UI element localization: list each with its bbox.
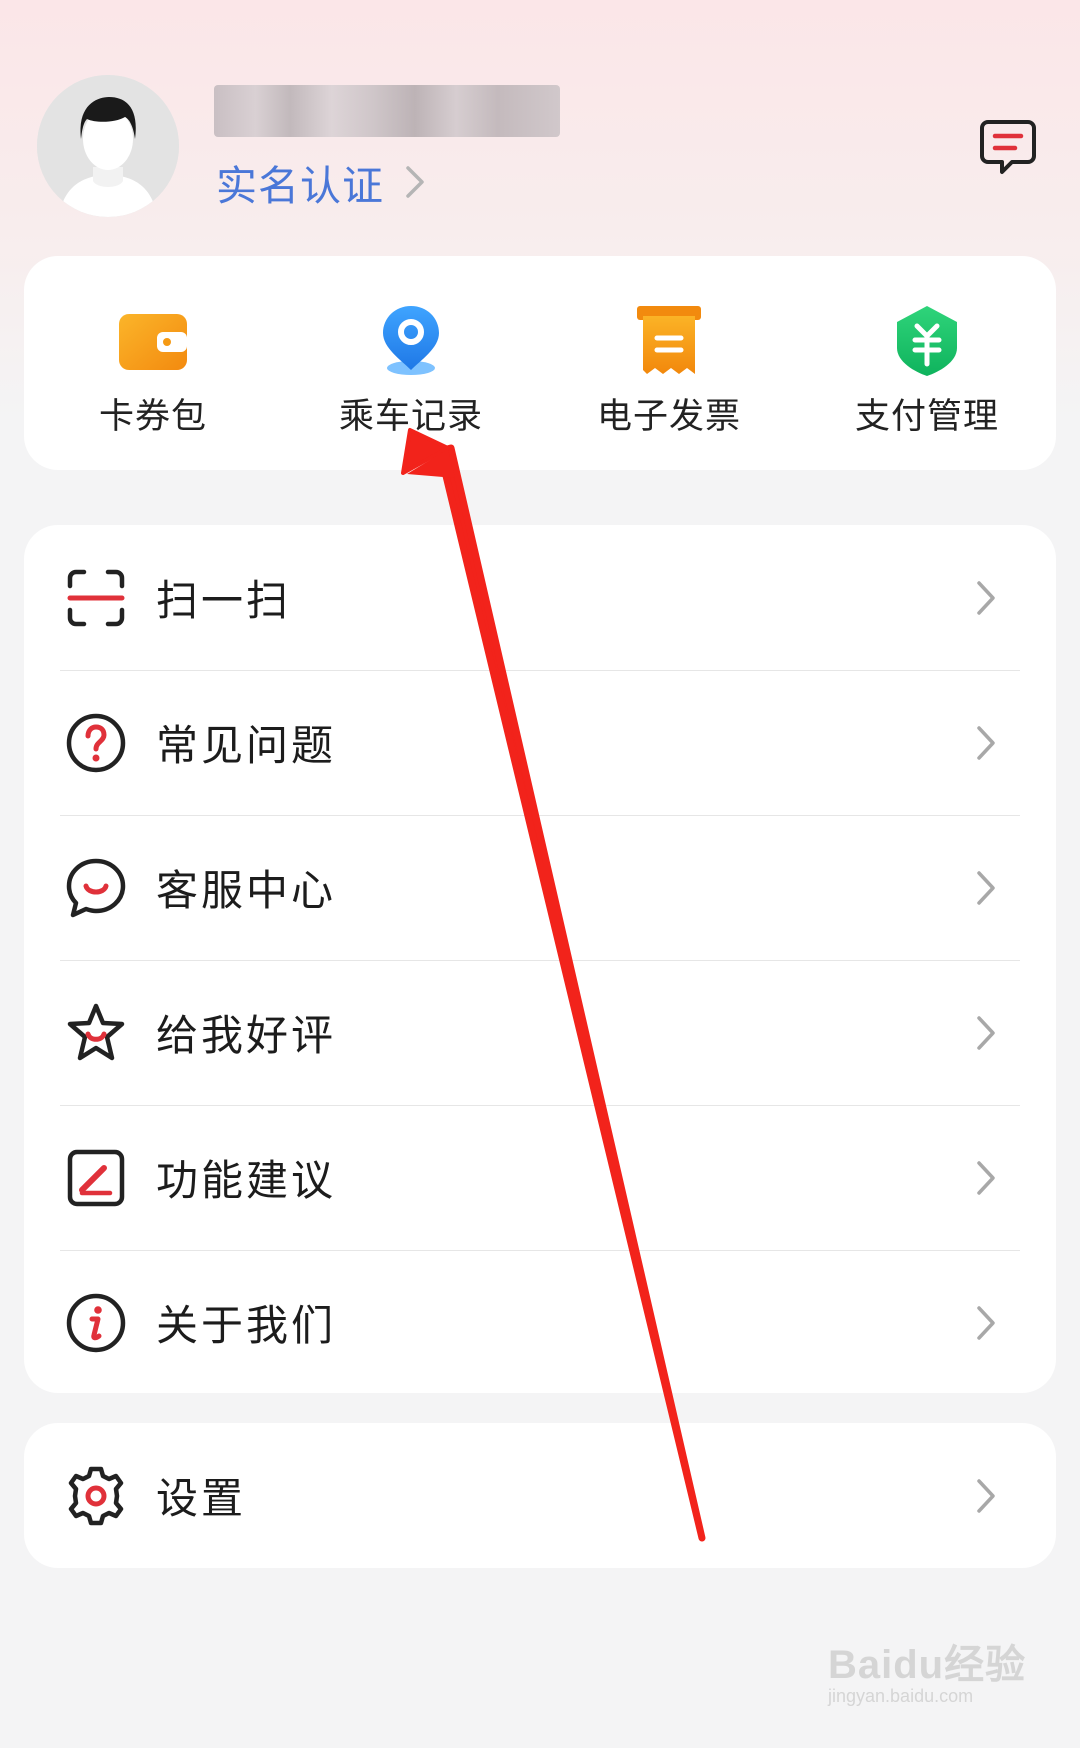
quick-label-wallet: 卡券包 bbox=[98, 397, 207, 437]
info-icon bbox=[66, 1293, 126, 1352]
quick-item-ride-records[interactable]: 乘车记录 bbox=[282, 256, 540, 470]
menu-label-rate-us: 给我好评 bbox=[156, 1011, 337, 1060]
quick-actions-card: 卡券包 乘车记录 电子发票 支付管理 bbox=[24, 256, 1056, 470]
chevron-right-icon bbox=[977, 871, 995, 905]
quick-label-ride-records: 乘车记录 bbox=[338, 397, 483, 437]
menu-label-feedback: 功能建议 bbox=[156, 1156, 337, 1205]
chevron-right-icon bbox=[977, 1306, 995, 1340]
chevron-right-icon bbox=[977, 581, 995, 615]
verify-label: 实名认证 bbox=[216, 162, 384, 210]
chevron-right-icon bbox=[977, 1161, 995, 1195]
watermark: Baidu经验 jingyan.baidu.com bbox=[828, 1632, 1028, 1707]
gear-icon bbox=[68, 1466, 124, 1525]
chevron-right-icon bbox=[406, 166, 424, 198]
quick-label-payment-management: 支付管理 bbox=[854, 397, 999, 437]
star-icon bbox=[67, 1003, 125, 1060]
quick-item-payment-management[interactable]: 支付管理 bbox=[798, 256, 1056, 470]
menu-label-scan: 扫一扫 bbox=[156, 576, 292, 625]
menu-row-scan[interactable]: 扫一扫 bbox=[24, 525, 1056, 670]
menu-label-faq: 常见问题 bbox=[156, 721, 337, 770]
chevron-right-icon bbox=[977, 1016, 995, 1050]
menu-row-settings[interactable]: 设置 bbox=[24, 1423, 1056, 1568]
menu-row-customer-service[interactable]: 客服中心 bbox=[24, 815, 1056, 960]
menu-row-about-us[interactable]: 关于我们 bbox=[24, 1250, 1056, 1393]
menu-list-card: 扫一扫 常见问题 客服中心 给我好评 功能建议 关于我们 bbox=[24, 525, 1056, 1393]
location-pin-icon bbox=[383, 306, 439, 375]
wallet-icon bbox=[119, 314, 187, 370]
avatar[interactable] bbox=[37, 75, 179, 217]
customer-service-icon bbox=[66, 858, 126, 917]
real-name-verify-link[interactable]: 实名认证 bbox=[216, 152, 426, 212]
invoice-icon bbox=[637, 306, 701, 374]
menu-label-customer-service: 客服中心 bbox=[156, 866, 337, 915]
question-icon bbox=[66, 713, 126, 772]
chevron-right-icon bbox=[977, 726, 995, 760]
username-redacted bbox=[214, 85, 560, 137]
quick-item-wallet[interactable]: 卡券包 bbox=[24, 256, 282, 470]
menu-label-settings: 设置 bbox=[156, 1474, 247, 1523]
quick-label-e-invoice: 电子发票 bbox=[596, 397, 741, 437]
message-icon[interactable] bbox=[978, 118, 1038, 178]
settings-card: 设置 bbox=[24, 1423, 1056, 1568]
edit-icon bbox=[67, 1149, 125, 1206]
payment-shield-icon bbox=[897, 306, 957, 376]
quick-item-e-invoice[interactable]: 电子发票 bbox=[540, 256, 798, 470]
menu-label-about-us: 关于我们 bbox=[156, 1301, 337, 1350]
chevron-right-icon bbox=[977, 1479, 995, 1513]
menu-row-faq[interactable]: 常见问题 bbox=[24, 670, 1056, 815]
user-avatar-icon bbox=[37, 75, 179, 217]
watermark-main: Baidu经验 bbox=[828, 1643, 1027, 1687]
menu-row-feedback[interactable]: 功能建议 bbox=[24, 1105, 1056, 1250]
menu-row-rate-us[interactable]: 给我好评 bbox=[24, 960, 1056, 1105]
scan-icon bbox=[67, 569, 125, 626]
